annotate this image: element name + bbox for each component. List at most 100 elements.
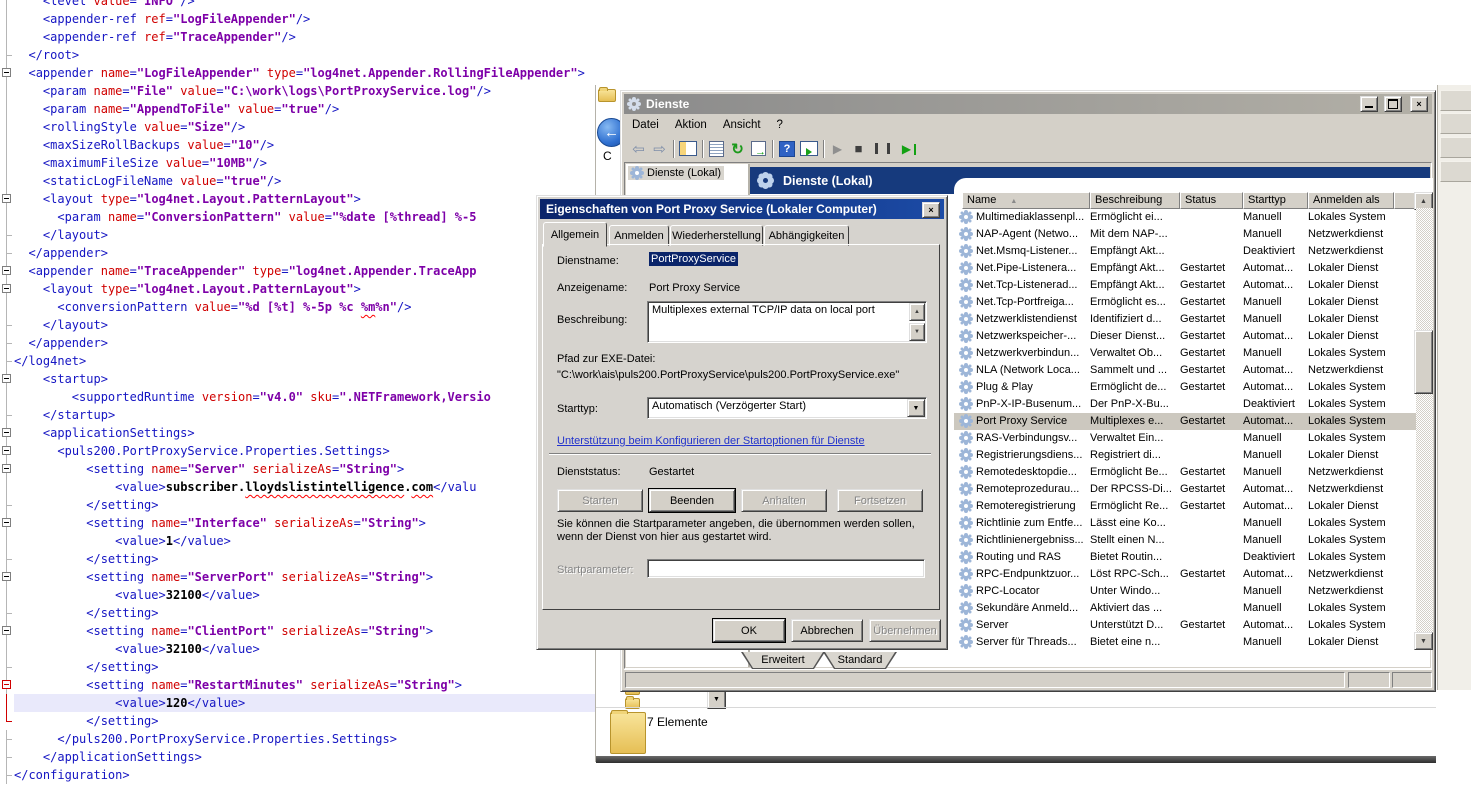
code-line[interactable]: <puls200.PortProxyService.Properties.Set…: [0, 442, 596, 460]
fold-collapse-icon[interactable]: [2, 680, 11, 689]
forward-icon[interactable]: [649, 139, 670, 159]
tab-erweitert[interactable]: Erweitert: [741, 652, 825, 669]
service-row[interactable]: ServerUnterstützt D...GestartetAutomat..…: [954, 617, 1416, 634]
code-line[interactable]: <param name="File" value="C:\work\logs\P…: [0, 82, 596, 100]
menu-hilfe[interactable]: ?: [769, 117, 791, 133]
service-row[interactable]: Netzwerkspeicher-...Dieser Dienst...Gest…: [954, 328, 1416, 345]
column-header-status[interactable]: Status: [1180, 192, 1243, 209]
tree-item-dienste-lokal[interactable]: Dienste (Lokal): [628, 166, 724, 180]
code-line[interactable]: <layout type="log4net.Layout.PatternLayo…: [0, 280, 596, 298]
code-line[interactable]: </appender>: [0, 244, 596, 262]
fold-margin[interactable]: [0, 424, 14, 442]
fold-collapse-icon[interactable]: [2, 374, 11, 383]
code-line[interactable]: </layout>: [0, 316, 596, 334]
fold-margin[interactable]: [0, 10, 14, 28]
fold-collapse-icon[interactable]: [2, 266, 11, 275]
scrollbar-thumb[interactable]: [1414, 330, 1433, 394]
fold-margin[interactable]: [0, 478, 14, 496]
xml-editor[interactable]: <level value="INFO"/> <appender-ref ref=…: [0, 0, 596, 787]
uebernehmen-button[interactable]: Übernehmen: [869, 619, 941, 642]
service-row[interactable]: Remotedesktopdie...Ermöglicht Be...Gesta…: [954, 464, 1416, 481]
scrollbar-track[interactable]: [1416, 208, 1433, 634]
fold-margin[interactable]: [0, 406, 14, 424]
refresh-icon[interactable]: [727, 139, 748, 159]
code-line[interactable]: <startup>: [0, 370, 596, 388]
service-row[interactable]: Net.Msmq-Listener...Empfängt Akt...Deakt…: [954, 243, 1416, 260]
code-line[interactable]: <conversionPattern value="%d [%t] %-5p %…: [0, 298, 596, 316]
restart-service-icon[interactable]: [896, 139, 917, 159]
column-header-starttyp[interactable]: Starttyp: [1243, 192, 1308, 209]
code-line[interactable]: <layout type="log4net.Layout.PatternLayo…: [0, 190, 596, 208]
code-lines[interactable]: <level value="INFO"/> <appender-ref ref=…: [0, 0, 596, 784]
code-line[interactable]: <param name="ConversionPattern" value="%…: [0, 208, 596, 226]
column-header-beschreibung[interactable]: Beschreibung: [1090, 192, 1180, 209]
scroll-up-icon[interactable]: ▲: [909, 303, 925, 321]
service-row[interactable]: RPC-LocatorUnter Windo...ManuellNetzwerk…: [954, 583, 1416, 600]
fold-collapse-icon[interactable]: [2, 428, 11, 437]
show-tree-icon[interactable]: [679, 141, 697, 156]
service-row[interactable]: Remoteprozedurau...Der RPCSS-Di...Gestar…: [954, 481, 1416, 498]
service-row[interactable]: RPC-Endpunktzuor...Löst RPC-Sch...Gestar…: [954, 566, 1416, 583]
ok-button[interactable]: OK: [713, 619, 785, 642]
code-line[interactable]: </setting>: [0, 712, 596, 730]
fold-margin[interactable]: [0, 100, 14, 118]
fold-margin[interactable]: [0, 622, 14, 640]
service-row[interactable]: Registrierungsdiens...Registriert di...M…: [954, 447, 1416, 464]
code-line[interactable]: </applicationSettings>: [0, 748, 596, 766]
fold-margin[interactable]: [0, 730, 14, 748]
service-row[interactable]: NetzwerklistendienstIdentifiziert d...Ge…: [954, 311, 1416, 328]
code-line[interactable]: <setting name="Interface" serializeAs="S…: [0, 514, 596, 532]
service-row[interactable]: RemoteregistrierungErmöglicht Re...Gesta…: [954, 498, 1416, 515]
service-row[interactable]: NAP-Agent (Netwo...Mit dem NAP-...Manuel…: [954, 226, 1416, 243]
fold-margin[interactable]: [0, 748, 14, 766]
fold-margin[interactable]: [0, 172, 14, 190]
beenden-button[interactable]: Beenden: [649, 489, 735, 512]
service-row[interactable]: PnP-X-IP-Busenum...Der PnP-X-Bu...Deakti…: [954, 396, 1416, 413]
fold-margin[interactable]: [0, 766, 14, 784]
fold-margin[interactable]: [0, 514, 14, 532]
fold-margin[interactable]: [0, 46, 14, 64]
fold-margin[interactable]: [0, 118, 14, 136]
code-line[interactable]: <maxSizeRollBackups value="10"/>: [0, 136, 596, 154]
tab-wiederherstellung[interactable]: Wiederherstellung: [670, 225, 763, 246]
tab-abhaengigkeiten[interactable]: Abhängigkeiten: [764, 225, 849, 246]
fold-margin[interactable]: [0, 532, 14, 550]
fold-margin[interactable]: [0, 154, 14, 172]
services-titlebar[interactable]: Dienste ×: [624, 94, 1432, 114]
fold-margin[interactable]: [0, 370, 14, 388]
column-header-anmelden-als[interactable]: Anmelden als: [1308, 192, 1394, 209]
services-list[interactable]: Multimediaklassenpl...Ermöglicht ei...Ma…: [954, 209, 1416, 650]
fold-margin[interactable]: [0, 712, 14, 730]
code-line[interactable]: <param name="AppendToFile" value="true"/…: [0, 100, 596, 118]
fold-margin[interactable]: [0, 550, 14, 568]
code-line[interactable]: <value>32100</value>: [0, 586, 596, 604]
service-row[interactable]: Routing und RASBietet Routin...Deaktivie…: [954, 549, 1416, 566]
code-line[interactable]: <setting name="ClientPort" serializeAs="…: [0, 622, 596, 640]
fold-margin[interactable]: [0, 136, 14, 154]
code-line[interactable]: </setting>: [0, 658, 596, 676]
fold-margin[interactable]: [0, 0, 14, 10]
anhalten-button[interactable]: Anhalten: [741, 489, 827, 512]
fold-collapse-icon[interactable]: [2, 284, 11, 293]
close-icon[interactable]: ×: [922, 202, 940, 218]
scroll-down-icon[interactable]: ▼: [909, 323, 925, 341]
code-line[interactable]: <applicationSettings>: [0, 424, 596, 442]
code-line[interactable]: </setting>: [0, 550, 596, 568]
service-row[interactable]: RAS-Verbindungsv...Verwaltet Ein...Manue…: [954, 430, 1416, 447]
service-row[interactable]: Net.Tcp-Portfreiga...Ermöglicht es...Ges…: [954, 294, 1416, 311]
pause-service-icon[interactable]: [875, 143, 890, 154]
fold-margin[interactable]: [0, 244, 14, 262]
fold-collapse-icon[interactable]: [2, 194, 11, 203]
code-line[interactable]: </setting>: [0, 496, 596, 514]
code-line[interactable]: </appender>: [0, 334, 596, 352]
startoptionen-link[interactable]: Unterstützung beim Konfigurieren der Sta…: [557, 435, 865, 447]
code-line[interactable]: </startup>: [0, 406, 596, 424]
stop-service-icon[interactable]: [848, 139, 869, 159]
fold-margin[interactable]: [0, 586, 14, 604]
fold-margin[interactable]: [0, 208, 14, 226]
tab-standard[interactable]: Standard: [823, 652, 897, 669]
chevron-down-icon[interactable]: ▼: [907, 399, 925, 417]
close-button[interactable]: ×: [1410, 96, 1428, 112]
code-line[interactable]: <appender-ref ref="LogFileAppender"/>: [0, 10, 596, 28]
service-row[interactable]: Plug & PlayErmöglicht de...GestartetAuto…: [954, 379, 1416, 396]
